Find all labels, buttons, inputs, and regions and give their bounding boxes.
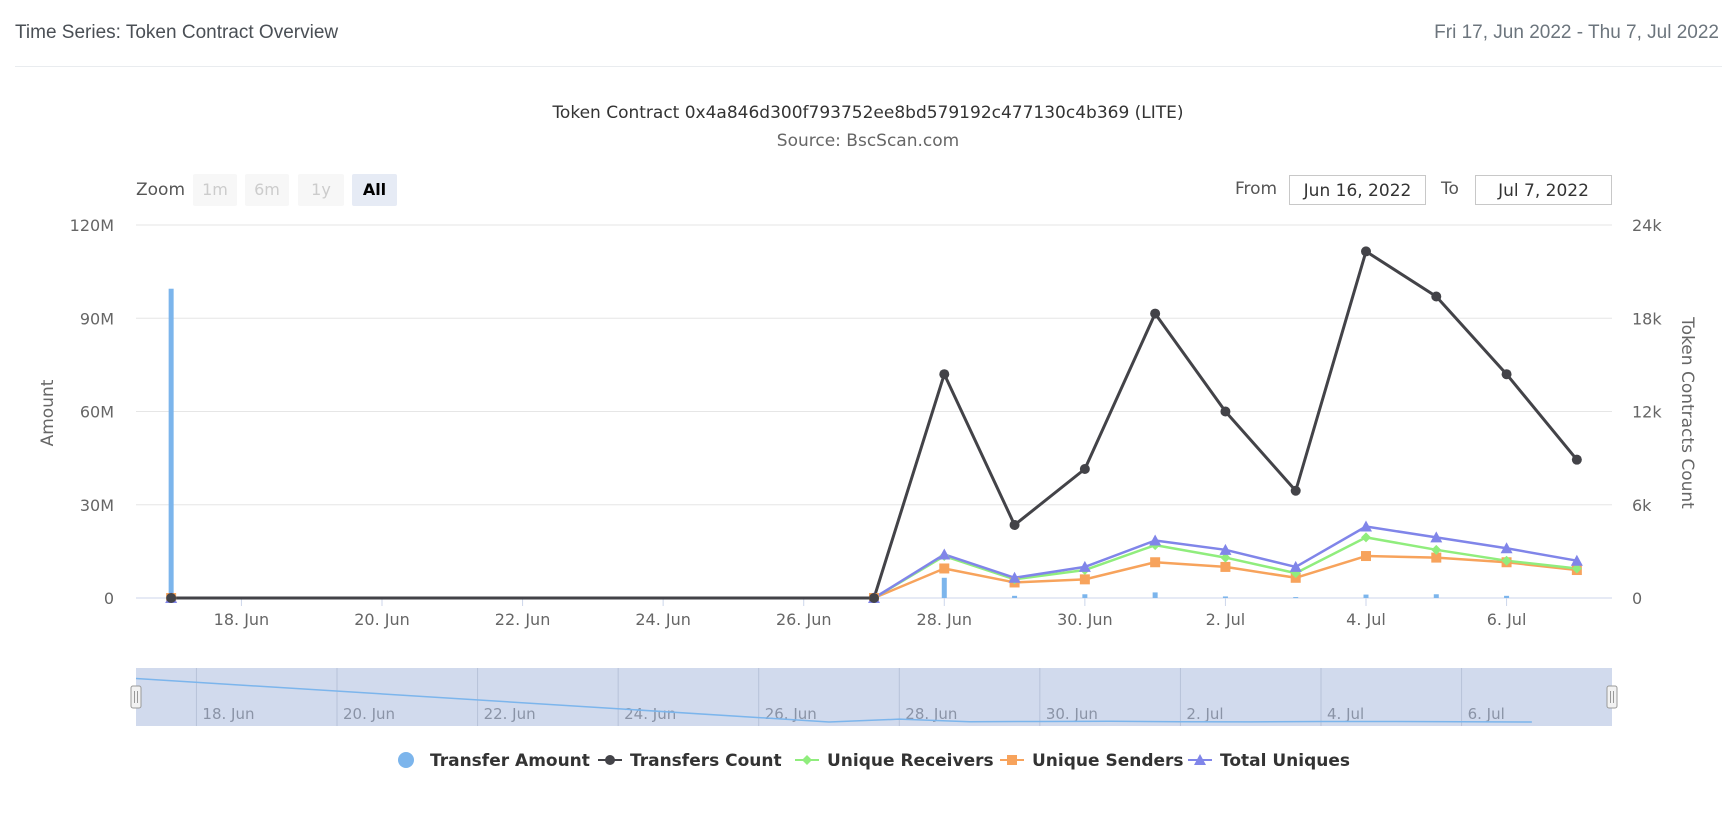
y-right-tick-label: 24k xyxy=(1632,216,1662,235)
transfers-count-point[interactable] xyxy=(1571,454,1582,465)
unique-senders-point[interactable] xyxy=(1079,574,1090,585)
navigator-tick-label: 24. Jun xyxy=(624,705,676,723)
legend[interactable]: Transfer Amount Transfers Count Unique Rec… xyxy=(398,751,1350,771)
chart-card: Time Series: Token Contract Overview Fri… xyxy=(0,0,1722,823)
legend-item-unique-receivers[interactable]: Unique Receivers xyxy=(795,751,994,771)
transfers-count-point[interactable] xyxy=(1009,519,1020,530)
legend-marker[interactable] xyxy=(802,755,812,765)
transfer-amount-bar[interactable] xyxy=(1222,596,1228,598)
chart-subtitle: Source: BscScan.com xyxy=(777,131,959,151)
unique-senders-point[interactable] xyxy=(1361,551,1371,562)
legend-item-transfers-count[interactable]: Transfers Count xyxy=(598,751,782,771)
series-markers[interactable] xyxy=(165,246,1583,603)
y-right-tick-label: 0 xyxy=(1632,589,1642,608)
unique-senders-line[interactable] xyxy=(171,554,1577,600)
navigator-tick-label: 4. Jul xyxy=(1327,705,1364,723)
x-tick-label: 6. Jul xyxy=(1487,610,1527,629)
transfer-amount-columns[interactable] xyxy=(168,288,1510,599)
navigator-tick-label: 6. Jul xyxy=(1468,705,1505,723)
y-left-tick-label: 60M xyxy=(80,403,114,422)
x-tick-label: 30. Jun xyxy=(1057,610,1113,629)
y-left-tick-label: 120M xyxy=(70,216,114,235)
x-tick-label: 2. Jul xyxy=(1206,610,1246,629)
transfers-count-point[interactable] xyxy=(1079,464,1090,475)
transfers-count-point[interactable] xyxy=(1501,369,1512,380)
transfer-amount-bar[interactable] xyxy=(1293,597,1299,599)
navigator-tick-label: 18. Jun xyxy=(202,705,254,723)
y-right-tick-label: 6k xyxy=(1632,496,1652,515)
x-tick-label: 4. Jul xyxy=(1346,610,1386,629)
navigator-tick-label: 20. Jun xyxy=(343,705,395,723)
unique-receivers-point[interactable] xyxy=(1361,532,1371,543)
navigator-tick-label: 2. Jul xyxy=(1186,705,1223,723)
transfer-amount-bar[interactable] xyxy=(1363,594,1369,598)
navigator-left-handle[interactable] xyxy=(130,685,142,709)
transfers-count-point[interactable] xyxy=(1150,308,1161,319)
transfer-amount-bar[interactable] xyxy=(941,577,947,598)
transfers-count-point[interactable] xyxy=(869,593,879,603)
transfer-amount-bar[interactable] xyxy=(1152,592,1158,598)
legend-label: Total Uniques xyxy=(1220,751,1350,771)
legend-label: Unique Senders xyxy=(1032,751,1184,771)
transfers-count-point[interactable] xyxy=(1220,406,1231,417)
x-tick-label: 18. Jun xyxy=(214,610,270,629)
chart-title: Token Contract 0x4a846d300f793752ee8bd57… xyxy=(551,103,1183,123)
x-tick-label: 28. Jun xyxy=(917,610,973,629)
transfers-count-point[interactable] xyxy=(1361,246,1371,257)
legend-label: Transfer Amount xyxy=(430,751,590,771)
x-tick-label: 22. Jun xyxy=(495,610,551,629)
y-left-tick-label: 90M xyxy=(80,309,114,328)
transfer-amount-bar[interactable] xyxy=(1012,595,1018,598)
axes: 0 0 30M 6k 60M 12k 90M 18k 120M 24k 18. Jun 20. Jun… xyxy=(70,216,1663,629)
transfers-count-point[interactable] xyxy=(939,369,950,380)
legend-item-transfer-amount[interactable]: Transfer Amount xyxy=(398,751,590,771)
y-right-tick-label: 18k xyxy=(1632,309,1662,328)
unique-receivers-line[interactable] xyxy=(171,536,1577,600)
navigator-tick-label: 30. Jun xyxy=(1046,705,1098,723)
transfer-amount-bar[interactable] xyxy=(168,288,174,598)
unique-senders-point[interactable] xyxy=(1150,557,1161,568)
x-tick-label: 26. Jun xyxy=(776,610,832,629)
chart-svg: Token Contract 0x4a846d300f793752ee8bd57… xyxy=(38,103,1697,771)
transfer-amount-bar[interactable] xyxy=(1082,594,1088,598)
y-axis-right-title: Token Contracts Count xyxy=(1677,316,1697,509)
y-axis-left-title: Amount xyxy=(38,379,58,446)
x-tick-label: 20. Jun xyxy=(354,610,410,629)
x-tick-label: 24. Jun xyxy=(635,610,691,629)
y-left-tick-label: 0 xyxy=(104,589,114,608)
unique-senders-point[interactable] xyxy=(1220,561,1231,572)
transfers-count-point[interactable] xyxy=(1431,291,1442,302)
navigator-tick-label: 22. Jun xyxy=(484,705,536,723)
navigator[interactable]: 18. Jun 20. Jun 22. Jun 24. Jun 26. Jun 28. J… xyxy=(130,668,1618,726)
line-series[interactable] xyxy=(171,249,1579,600)
y-left-tick-label: 30M xyxy=(80,496,114,515)
transfer-amount-bar[interactable] xyxy=(1504,595,1510,598)
legend-label: Unique Receivers xyxy=(827,751,994,771)
transfers-count-point[interactable] xyxy=(166,593,177,603)
legend-item-total-uniques[interactable]: Total Uniques xyxy=(1188,751,1350,771)
legend-item-unique-senders[interactable]: Unique Senders xyxy=(1000,751,1184,771)
total-uniques-point[interactable] xyxy=(938,548,951,560)
transfers-count-point[interactable] xyxy=(1290,485,1301,496)
y-right-tick-label: 12k xyxy=(1632,403,1662,422)
navigator-right-handle[interactable] xyxy=(1606,685,1618,709)
legend-marker[interactable] xyxy=(1007,755,1017,765)
legend-label: Transfers Count xyxy=(630,751,782,771)
unique-senders-point[interactable] xyxy=(939,563,950,574)
legend-marker[interactable] xyxy=(605,755,615,765)
transfers-count-line[interactable] xyxy=(171,249,1579,600)
legend-marker xyxy=(398,752,414,768)
transfer-amount-bar[interactable] xyxy=(1433,594,1439,598)
